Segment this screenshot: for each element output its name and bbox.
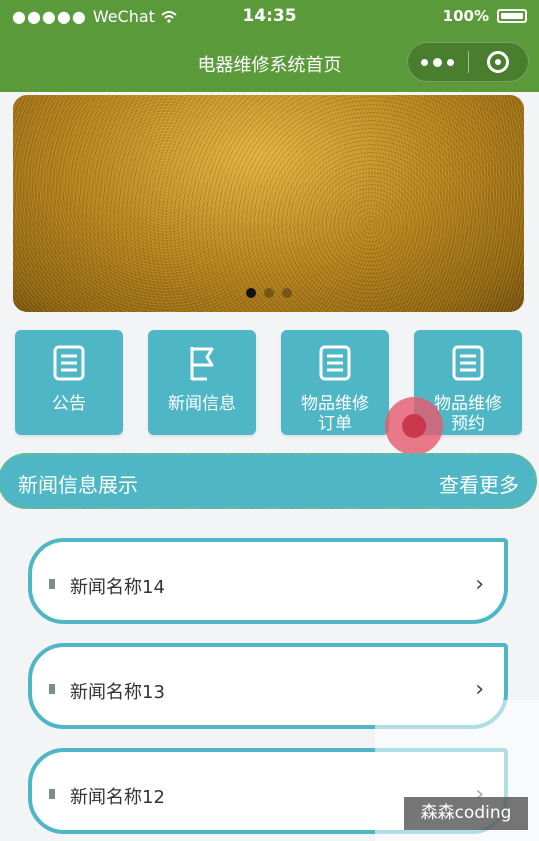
document-icon — [319, 345, 351, 381]
view-more-link[interactable]: 查看更多 — [439, 469, 519, 498]
news-title: 新闻名称13 — [70, 682, 165, 703]
indicator-dot[interactable] — [245, 288, 256, 298]
document-icon — [53, 345, 85, 381]
nav-bar: 电器维修系统首页 — [0, 34, 539, 92]
chevron-right-icon: › — [475, 677, 484, 702]
close-button[interactable] — [469, 43, 529, 81]
banner-carousel[interactable] — [13, 95, 524, 312]
bullet-icon — [49, 789, 55, 799]
watermark-text: 森森coding — [404, 797, 528, 830]
more-dots-icon — [421, 58, 429, 66]
section-title: 新闻信息展示 — [18, 473, 138, 497]
menu-label: 新闻信息 — [168, 394, 236, 414]
bullet-icon — [49, 579, 55, 589]
battery-percent: 100% — [442, 7, 489, 25]
close-ring-icon — [487, 51, 510, 73]
menu-label: 公告 — [52, 394, 86, 414]
more-button[interactable] — [408, 43, 468, 81]
battery-icon — [497, 9, 527, 23]
miniprogram-capsule — [407, 42, 529, 82]
news-title: 新闻名称14 — [70, 577, 165, 598]
status-bar: ●●●●● WeChat 14:35 100% — [0, 0, 539, 34]
chevron-right-icon: › — [475, 572, 484, 597]
document-icon — [452, 345, 484, 381]
bullet-icon — [49, 684, 55, 694]
tap-indicator — [385, 397, 443, 455]
flag-icon — [190, 347, 214, 381]
battery-status: 100% — [443, 7, 527, 25]
news-list-item[interactable]: 新闻名称14 › — [28, 538, 508, 624]
menu-label: 物品维修订单 — [301, 394, 369, 434]
indicator-dot[interactable] — [263, 288, 274, 298]
news-title: 新闻名称12 — [70, 787, 165, 808]
news-section-header: 新闻信息展示 查看更多 — [0, 453, 537, 509]
menu-item-news[interactable]: 新闻信息 — [148, 330, 256, 435]
menu-item-repair-orders[interactable]: 物品维修订单 — [281, 330, 389, 435]
carousel-indicators — [13, 288, 524, 298]
menu-item-notice[interactable]: 公告 — [15, 330, 123, 435]
indicator-dot[interactable] — [281, 288, 292, 298]
